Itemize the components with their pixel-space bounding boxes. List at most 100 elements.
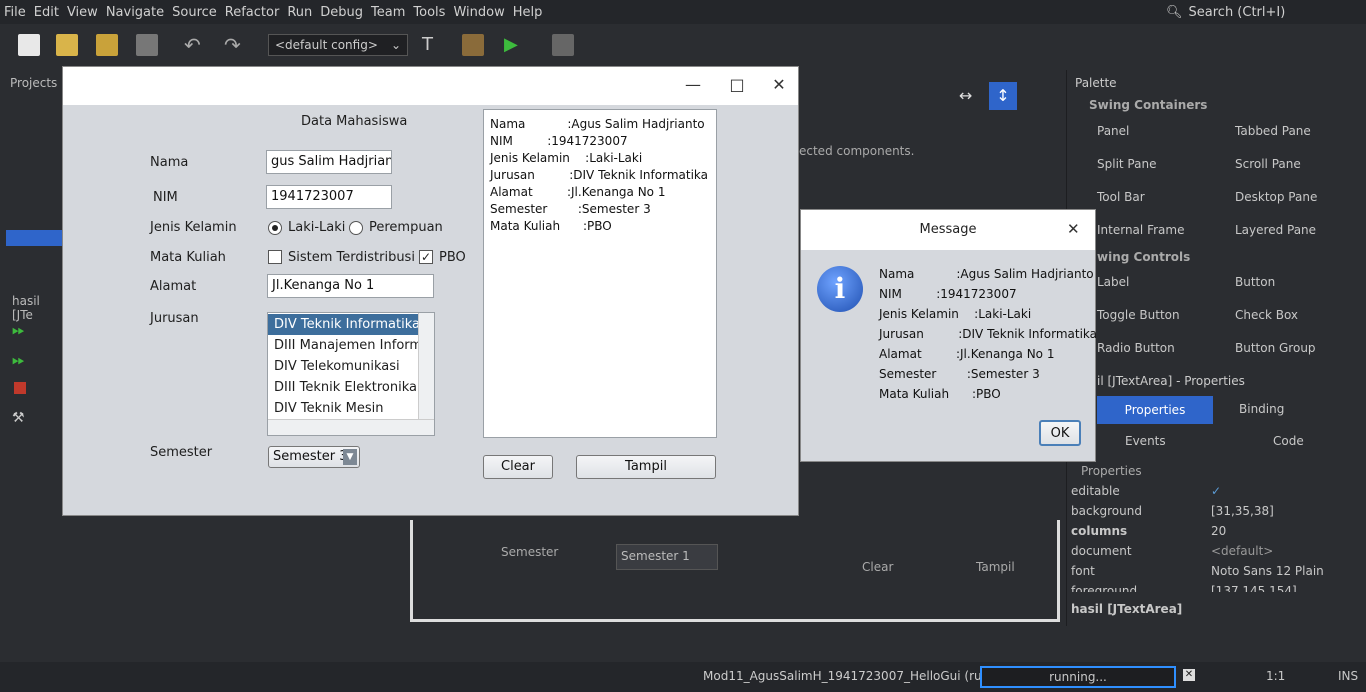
- palette-tabbed-pane-item[interactable]: Tabbed Pane: [1235, 124, 1311, 138]
- palette-check-box-item[interactable]: Check Box: [1235, 308, 1298, 322]
- prop-value[interactable]: 20: [1211, 524, 1226, 538]
- search-box[interactable]: 🔍︎ Search (Ctrl+I): [1166, 2, 1366, 22]
- search-placeholder: Search (Ctrl+I): [1188, 4, 1286, 20]
- radio-perempuan[interactable]: [349, 221, 363, 235]
- new-file-icon[interactable]: [18, 34, 40, 56]
- window-titlebar[interactable]: — □ ✕: [63, 67, 798, 105]
- palette-internal-frame-item[interactable]: Internal Frame: [1097, 223, 1184, 237]
- vertical-scrollbar[interactable]: [418, 313, 434, 419]
- menu-refactor[interactable]: Refactor: [221, 5, 284, 20]
- tab-binding[interactable]: Binding: [1239, 402, 1284, 416]
- settings-icon[interactable]: ⚒︎: [12, 410, 25, 426]
- prop-value[interactable]: [137,145,154]: [1211, 584, 1297, 592]
- stop-icon[interactable]: [14, 382, 26, 394]
- minimize-icon[interactable]: —: [683, 75, 703, 95]
- debug-icon[interactable]: [552, 34, 574, 56]
- selected-tree-row[interactable]: [6, 230, 62, 246]
- hasil-line: Alamat :Jl.Kenanga No 1: [490, 185, 666, 199]
- run-icon[interactable]: ▶: [504, 34, 526, 56]
- clean-build-icon[interactable]: [462, 34, 484, 56]
- menu-file[interactable]: File: [0, 5, 30, 20]
- maximize-icon[interactable]: □: [727, 75, 747, 95]
- menu-view[interactable]: View: [63, 5, 102, 20]
- open-project-icon[interactable]: [96, 34, 118, 56]
- nim-field[interactable]: 1941723007: [266, 185, 392, 209]
- close-icon[interactable]: ✕: [769, 75, 789, 95]
- list-item[interactable]: DIII Teknik Elektronika: [268, 377, 434, 398]
- prop-value[interactable]: [31,35,38]: [1211, 504, 1274, 518]
- rerun-params-icon[interactable]: ⏩︎: [12, 350, 25, 370]
- tab-code[interactable]: Code: [1273, 434, 1304, 448]
- list-item[interactable]: DIII Manajemen Informati: [268, 335, 434, 356]
- ok-button[interactable]: OK: [1039, 420, 1081, 446]
- rerun-icon[interactable]: ⏩︎: [12, 320, 25, 340]
- semester-combo[interactable]: Semester 3 ▼: [268, 446, 360, 468]
- radio-laki-laki-label[interactable]: Laki-Laki: [288, 220, 345, 235]
- tampil-button[interactable]: Tampil: [576, 455, 716, 479]
- jurusan-list[interactable]: DIV Teknik Informatika DIII Manajemen In…: [267, 312, 435, 436]
- redo-icon[interactable]: ↷: [224, 34, 246, 56]
- resize-vertical-icon[interactable]: ↕︎: [989, 82, 1017, 110]
- checkbox-sistem-label[interactable]: Sistem Terdistribusi: [288, 250, 415, 265]
- dialog-titlebar[interactable]: Message ✕: [801, 210, 1095, 250]
- clear-button[interactable]: Clear: [483, 455, 553, 479]
- menu-team[interactable]: Team: [367, 5, 409, 20]
- menu-help[interactable]: Help: [509, 5, 547, 20]
- tab-events[interactable]: Events: [1125, 434, 1166, 448]
- list-item[interactable]: DIV Teknik Informatika: [268, 314, 434, 335]
- tab-projects[interactable]: Projects: [10, 76, 57, 90]
- insert-mode: INS: [1338, 669, 1359, 683]
- palette-label-item[interactable]: Label: [1097, 275, 1129, 289]
- designer-tampil-button[interactable]: Tampil: [976, 560, 1015, 574]
- palette-desktop-pane-item[interactable]: Desktop Pane: [1235, 190, 1317, 204]
- progress-bar[interactable]: running...: [980, 666, 1176, 688]
- tab-output[interactable]: hasil [JTe: [12, 294, 62, 322]
- nama-field[interactable]: gus Salim Hadjrianto: [266, 150, 392, 174]
- menu-edit[interactable]: Edit: [30, 5, 63, 20]
- menu-navigate[interactable]: Navigate: [102, 5, 168, 20]
- palette-split-pane-item[interactable]: Split Pane: [1097, 157, 1156, 171]
- checkbox-pbo-label[interactable]: PBO: [439, 250, 466, 265]
- prop-value[interactable]: Noto Sans 12 Plain: [1211, 564, 1324, 578]
- properties-section[interactable]: Properties: [1081, 464, 1142, 478]
- prop-value[interactable]: ✓: [1211, 484, 1221, 498]
- message-line: Jenis Kelamin :Laki-Laki: [879, 307, 1032, 321]
- prop-value[interactable]: <default>: [1211, 544, 1273, 558]
- palette-layered-pane-item[interactable]: Layered Pane: [1235, 223, 1316, 237]
- menu-tools[interactable]: Tools: [409, 5, 449, 20]
- menu-debug[interactable]: Debug: [316, 5, 367, 20]
- radio-laki-laki[interactable]: [268, 221, 282, 235]
- cancel-icon[interactable]: ✕: [1183, 669, 1195, 681]
- designer-semester-combo[interactable]: Semester 1: [616, 544, 718, 570]
- close-icon[interactable]: ✕: [1067, 220, 1080, 238]
- config-select[interactable]: <default config> ⌄: [268, 34, 408, 56]
- list-item[interactable]: DIV Teknik Mesin: [268, 398, 434, 419]
- alamat-field[interactable]: Jl.Kenanga No 1: [267, 274, 434, 298]
- palette-radio-button-item[interactable]: Radio Button: [1097, 341, 1175, 355]
- radio-perempuan-label[interactable]: Perempuan: [369, 220, 443, 235]
- undo-icon[interactable]: ↶: [184, 34, 206, 56]
- list-item[interactable]: DIV Telekomunikasi: [268, 356, 434, 377]
- checkbox-pbo[interactable]: ✓: [419, 250, 433, 264]
- checkbox-sistem-terdistribusi[interactable]: [268, 250, 282, 264]
- palette-toggle-button-item[interactable]: Toggle Button: [1097, 308, 1180, 322]
- tab-properties[interactable]: Properties: [1097, 396, 1213, 424]
- menu-source[interactable]: Source: [168, 5, 221, 20]
- horizontal-scrollbar[interactable]: [268, 419, 434, 435]
- save-all-icon[interactable]: [136, 34, 158, 56]
- palette-button-item[interactable]: Button: [1235, 275, 1275, 289]
- hasil-textarea[interactable]: Nama :Agus Salim Hadjrianto NIM :1941723…: [483, 109, 717, 438]
- prop-name: columns: [1071, 524, 1128, 538]
- palette-button-group-item[interactable]: Button Group: [1235, 341, 1316, 355]
- menu-window[interactable]: Window: [449, 5, 508, 20]
- designer-clear-button[interactable]: Clear: [862, 560, 893, 574]
- section-swing-containers[interactable]: Swing Containers: [1089, 98, 1207, 112]
- palette-tool-bar-item[interactable]: Tool Bar: [1097, 190, 1145, 204]
- resize-horizontal-icon[interactable]: ↔︎: [959, 86, 972, 105]
- section-swing-controls[interactable]: wing Controls: [1097, 250, 1190, 264]
- menu-run[interactable]: Run: [283, 5, 316, 20]
- palette-panel-item[interactable]: Panel: [1097, 124, 1129, 138]
- build-hammer-icon[interactable]: T: [422, 34, 444, 56]
- new-project-icon[interactable]: [56, 34, 78, 56]
- palette-scroll-pane-item[interactable]: Scroll Pane: [1235, 157, 1301, 171]
